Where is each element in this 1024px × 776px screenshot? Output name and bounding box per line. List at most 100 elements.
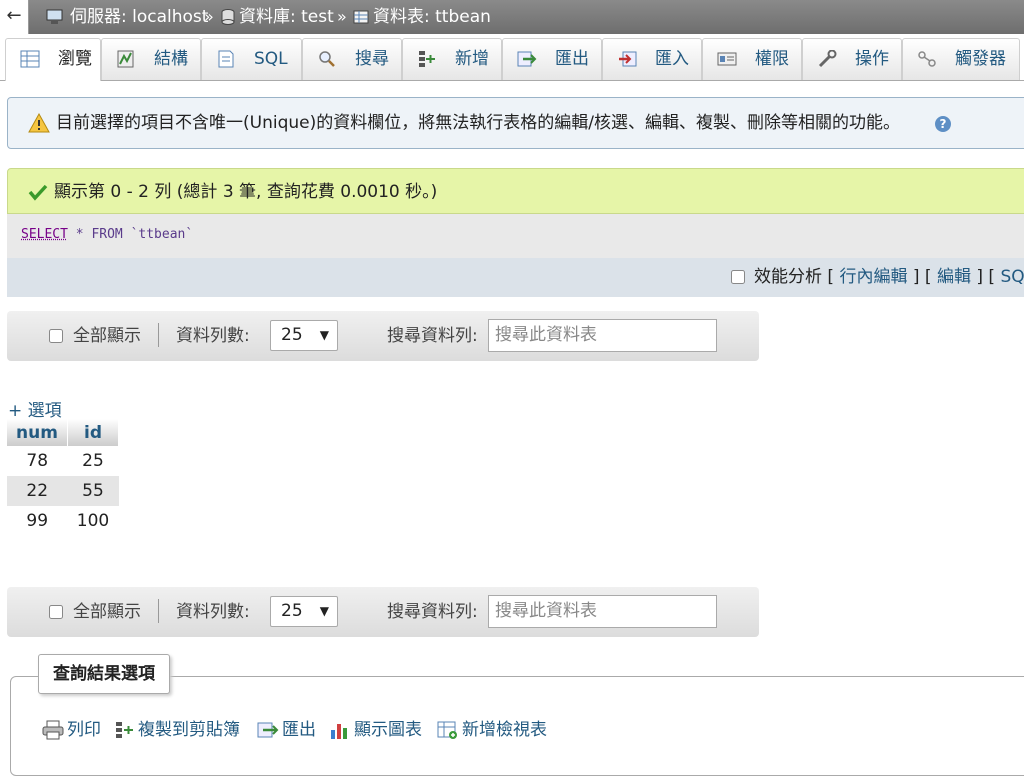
display-chart-label: 顯示圖表 — [354, 720, 422, 740]
column-header-num[interactable]: num — [7, 419, 68, 446]
divider — [158, 323, 159, 347]
clipboard-icon — [116, 722, 133, 738]
table-row: 99 100 — [7, 506, 119, 536]
create-view-link[interactable]: 新增檢視表 — [437, 718, 547, 742]
triggers-icon — [918, 51, 936, 67]
tab-label: 觸發器 — [955, 49, 1006, 69]
inline-edit-link[interactable]: 行內編輯 — [839, 267, 907, 287]
database-icon — [221, 9, 235, 25]
insert-icon — [419, 51, 435, 67]
tab-label: 搜尋 — [355, 49, 389, 69]
search-table-input[interactable]: 搜尋此資料表 — [488, 595, 717, 628]
rows-per-page-select[interactable]: 25 ▼ — [270, 320, 338, 351]
privileges-icon — [717, 52, 737, 66]
server-icon — [46, 9, 63, 24]
copy-label: 複製到剪貼簿 — [138, 720, 240, 740]
breadcrumb-server[interactable]: 伺服器: localhost — [46, 0, 208, 34]
print-link[interactable]: 列印 — [42, 718, 101, 742]
display-chart-link[interactable]: 顯示圖表 — [329, 718, 422, 742]
tab-insert[interactable]: 新增 — [402, 38, 502, 80]
tab-browse[interactable]: 瀏覽 — [5, 38, 101, 81]
show-all-label: 全部顯示 — [73, 602, 141, 622]
tab-label: 匯入 — [655, 49, 689, 69]
tab-label: 操作 — [855, 49, 889, 69]
navigation-bar-top: 全部顯示 資料列數: 25 ▼ 搜尋資料列: 搜尋此資料表 — [7, 311, 759, 361]
navigation-bar-bottom: 全部顯示 資料列數: 25 ▼ 搜尋資料列: 搜尋此資料表 — [7, 587, 759, 637]
tab-bar: 瀏覽 結構 SQL 搜尋 新增 匯出 匯入 權限 操作 觸發器 — [0, 34, 1024, 81]
sql-query-display: SELECT * FROM `ttbean` — [7, 214, 1024, 258]
export-icon — [257, 722, 279, 738]
breadcrumb-separator: » — [204, 7, 214, 26]
cell-id[interactable]: 100 — [68, 506, 119, 536]
rows-label: 資料列數: — [176, 602, 250, 622]
result-table: num id 78 25 22 55 99 100 — [7, 419, 119, 536]
tab-structure[interactable]: 結構 — [101, 38, 201, 80]
search-table-input[interactable]: 搜尋此資料表 — [488, 319, 717, 352]
print-label: 列印 — [67, 720, 101, 740]
tab-sql[interactable]: SQL — [201, 38, 302, 80]
rows-label: 資料列數: — [176, 326, 250, 346]
breadcrumb-table[interactable]: 資料表: ttbean — [353, 0, 491, 34]
bracket: [ — [988, 267, 996, 287]
cell-id[interactable]: 25 — [68, 446, 119, 476]
profiling-checkbox[interactable] — [731, 270, 745, 284]
query-success-message: 顯示第 0 - 2 列 (總計 3 筆, 查詢花費 0.0010 秒。) — [7, 168, 1024, 214]
printer-icon — [42, 720, 64, 740]
help-icon[interactable]: ? — [935, 116, 951, 132]
create-view-icon — [437, 721, 457, 739]
tab-operations[interactable]: 操作 — [802, 38, 902, 80]
cell-id[interactable]: 55 — [67, 476, 119, 506]
search-rows-label: 搜尋資料列: — [387, 326, 478, 346]
structure-icon — [117, 50, 134, 68]
show-all-checkbox[interactable] — [49, 605, 63, 619]
cell-num[interactable]: 99 — [7, 506, 68, 536]
sql-link[interactable]: SQL — [1000, 267, 1024, 287]
edit-link[interactable]: 編輯 — [937, 267, 971, 287]
back-arrow-button[interactable]: ← — [0, 0, 29, 34]
tab-privileges[interactable]: 權限 — [702, 38, 802, 80]
checkmark-icon — [28, 184, 48, 201]
breadcrumb-server-label: 伺服器: localhost — [70, 7, 209, 27]
success-text: 顯示第 0 - 2 列 (總計 3 筆, 查詢花費 0.0010 秒。) — [54, 182, 438, 202]
breadcrumb-separator: » — [337, 7, 347, 26]
tab-label: 新增 — [455, 49, 489, 69]
rows-value: 25 — [281, 325, 303, 345]
table-row: 78 25 — [7, 446, 119, 476]
cell-num[interactable]: 22 — [7, 476, 68, 506]
sql-keyword-select[interactable]: SELECT — [21, 227, 68, 242]
breadcrumb-table-label: 資料表: ttbean — [373, 7, 491, 27]
rows-value: 25 — [281, 601, 303, 621]
copy-to-clipboard-link[interactable]: 複製到剪貼簿 — [115, 718, 240, 742]
show-all-checkbox[interactable] — [49, 329, 63, 343]
tab-export[interactable]: 匯出 — [502, 38, 602, 80]
bracket: [ — [827, 267, 835, 287]
breadcrumb-database-label: 資料庫: test — [239, 7, 334, 27]
create-view-label: 新增檢視表 — [462, 720, 547, 740]
export-label: 匯出 — [282, 720, 316, 740]
cell-num[interactable]: 78 — [7, 446, 68, 476]
column-header-id[interactable]: id — [67, 419, 119, 446]
breadcrumb-bar: ← 伺服器: localhost » 資料庫: test » 資料表: ttbe… — [0, 0, 1024, 34]
tab-triggers[interactable]: 觸發器 — [902, 38, 1020, 80]
tab-import[interactable]: 匯入 — [602, 38, 702, 80]
divider — [158, 599, 159, 623]
tab-search[interactable]: 搜尋 — [302, 38, 402, 80]
sql-query-rest: * FROM `ttbean` — [67, 227, 194, 242]
import-icon — [619, 51, 637, 67]
query-results-operations-legend: 查詢結果選項 — [38, 654, 170, 694]
tab-label: 匯出 — [555, 49, 589, 69]
bracket: ] — [976, 267, 983, 287]
export-icon — [517, 51, 537, 67]
sql-tools-bar: 效能分析 [ 行內編輯 ] [ 編輯 ] [ SQL — [7, 258, 1024, 297]
warning-icon — [28, 113, 50, 133]
options-toggle-link[interactable]: + 選項 — [8, 396, 62, 421]
bracket: ] — [912, 267, 920, 287]
tab-label: 結構 — [154, 49, 188, 69]
dropdown-arrow-icon: ▼ — [319, 328, 329, 342]
bar-chart-icon — [331, 724, 347, 739]
show-all-label: 全部顯示 — [73, 326, 141, 346]
unique-column-warning: 目前選擇的項目不含唯一(Unique)的資料欄位，將無法執行表格的編輯/核選、編… — [7, 97, 1024, 149]
export-link[interactable]: 匯出 — [257, 718, 316, 742]
rows-per-page-select[interactable]: 25 ▼ — [270, 596, 338, 627]
breadcrumb-database[interactable]: 資料庫: test — [221, 0, 334, 34]
